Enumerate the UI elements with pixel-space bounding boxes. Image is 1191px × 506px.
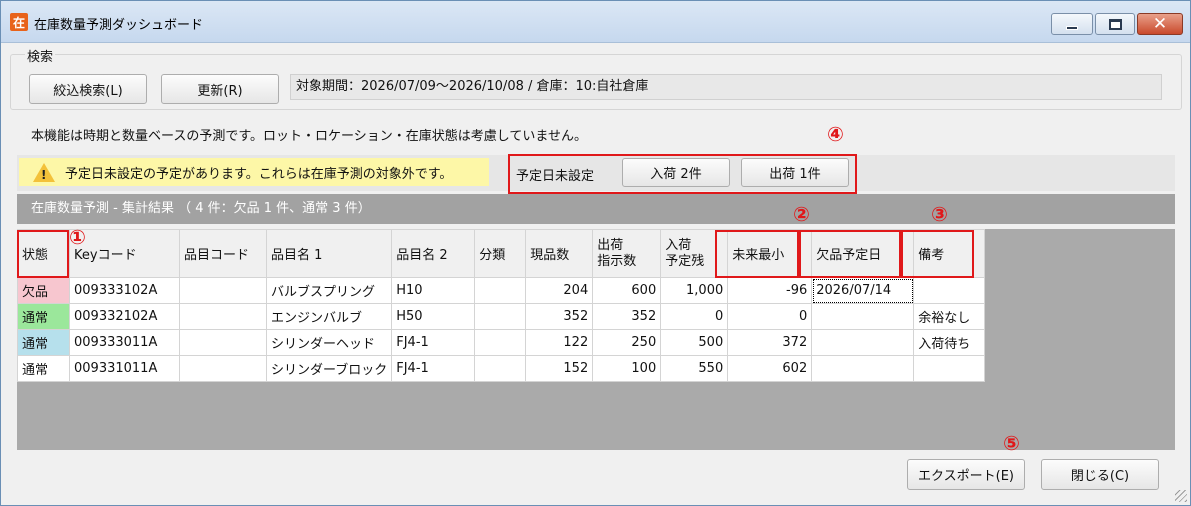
- col-header-stock[interactable]: 現品数: [525, 229, 594, 278]
- col-header-item-name-2[interactable]: 品目名 2: [391, 229, 476, 278]
- item-name-1-cell: シリンダーブロック: [265, 355, 393, 382]
- window-title: 在庫数量予測ダッシュボード: [34, 18, 204, 33]
- annotation-marker-1: ①: [69, 225, 86, 249]
- shortage-date-cell: [811, 303, 915, 330]
- shortage-date-cell[interactable]: 2026/07/14: [811, 277, 915, 304]
- warning-message: ! 予定日未設定の予定があります。これらは在庫予測の対象外です。: [19, 158, 489, 186]
- item-name-2-cell: H50: [391, 303, 476, 330]
- col-header-ship-orders[interactable]: 出荷 指示数: [592, 229, 662, 278]
- key-code-cell: 009333102A: [69, 277, 180, 304]
- future-min-cell: 0: [727, 303, 813, 330]
- item-name-2-cell: H10: [391, 277, 476, 304]
- disclaimer-note: 本機能は時期と数量ベースの予測です。ロット・ロケーション・在庫状態は考慮していま…: [31, 129, 588, 144]
- future-min-cell: -96: [727, 277, 813, 304]
- category-cell: [474, 277, 527, 304]
- status-cell: 通常: [17, 303, 70, 330]
- annotation-marker-5: ⑤: [1003, 431, 1020, 455]
- annotation-box-remarks: [901, 230, 974, 278]
- refresh-button[interactable]: 更新(R): [161, 74, 279, 104]
- summary-header: 在庫数量予測 - 集計結果 （ 4 件：欠品 1 件、通常 3 件）: [17, 194, 1175, 224]
- status-cell: 通常: [17, 355, 70, 382]
- annotation-marker-4: ④: [827, 122, 844, 146]
- item-name-2-cell: FJ4-1: [391, 329, 476, 356]
- item-name-1-cell: エンジンバルブ: [265, 303, 393, 330]
- status-cell: 欠品: [17, 277, 70, 304]
- close-window-button[interactable]: ✕: [1137, 13, 1183, 35]
- item-code-cell: [179, 355, 267, 382]
- ship-orders-cell: 100: [592, 355, 662, 382]
- table-row[interactable]: 通常 009332102A エンジンバルブ H50 352 352 0 0 余裕…: [17, 303, 986, 330]
- ship-orders-cell: 352: [592, 303, 662, 330]
- remarks-cell: [913, 355, 986, 382]
- stock-cell: 352: [525, 303, 594, 330]
- incoming-cell: 0: [660, 303, 729, 330]
- resize-grip-icon[interactable]: [1175, 490, 1187, 502]
- shortage-date-cell: [811, 329, 915, 356]
- maximize-icon: [1108, 18, 1122, 30]
- annotation-marker-2: ②: [793, 202, 810, 226]
- stock-cell: 122: [525, 329, 594, 356]
- key-code-cell: 009333011A: [69, 329, 180, 356]
- table-row[interactable]: 通常 009331011A シリンダーブロック FJ4-1 152 100 55…: [17, 355, 986, 382]
- app-window: 在 在庫数量予測ダッシュボード ✕ 検索 絞込検索(L) 更新(R) 対象期間：…: [0, 0, 1191, 506]
- annotation-marker-3: ③: [931, 202, 948, 226]
- key-code-cell: 009332102A: [69, 303, 180, 330]
- export-button[interactable]: エクスポート(E): [907, 459, 1025, 490]
- col-header-item-name-1[interactable]: 品目名 1: [265, 229, 393, 278]
- col-header-category[interactable]: 分類: [474, 229, 527, 278]
- filter-search-button[interactable]: 絞込検索(L): [29, 74, 147, 104]
- warning-message-text: 予定日未設定の予定があります。これらは在庫予測の対象外です。: [65, 166, 453, 182]
- remarks-cell: 入荷待ち: [913, 329, 986, 356]
- future-min-cell: 602: [727, 355, 813, 382]
- title-bar[interactable]: 在 在庫数量予測ダッシュボード ✕: [1, 1, 1190, 43]
- annotation-box-status: [17, 230, 69, 278]
- minimize-icon: [1066, 26, 1078, 30]
- search-group-label: 検索: [25, 46, 56, 65]
- maximize-button[interactable]: [1095, 13, 1135, 35]
- item-code-cell: [179, 277, 267, 304]
- item-name-2-cell: FJ4-1: [391, 355, 476, 382]
- incoming-cell: 1,000: [660, 277, 729, 304]
- close-icon: ✕: [1152, 13, 1168, 34]
- remarks-cell: 余裕なし: [913, 303, 986, 330]
- stock-cell: 204: [525, 277, 594, 304]
- table-row[interactable]: 通常 009333011A シリンダーヘッド FJ4-1 122 250 500…: [17, 329, 986, 356]
- category-cell: [474, 329, 527, 356]
- item-name-1-cell: バルブスプリング: [265, 277, 393, 304]
- item-code-cell: [179, 329, 267, 356]
- incoming-cell: 500: [660, 329, 729, 356]
- ship-orders-cell: 250: [592, 329, 662, 356]
- category-cell: [474, 303, 527, 330]
- item-name-1-cell: シリンダーヘッド: [265, 329, 393, 356]
- remarks-cell: [913, 277, 986, 304]
- status-cell: 通常: [17, 329, 70, 356]
- category-cell: [474, 355, 527, 382]
- app-icon: 在: [10, 13, 28, 31]
- item-code-cell: [179, 303, 267, 330]
- warning-triangle-icon: !: [33, 162, 55, 182]
- annotation-box-shortage-date: [799, 230, 901, 278]
- annotation-box-future-min: [715, 230, 799, 278]
- close-button[interactable]: 閉じる(C): [1041, 459, 1159, 490]
- table-row[interactable]: 欠品 009333102A バルブスプリング H10 204 600 1,000…: [17, 277, 986, 304]
- shortage-date-cell: [811, 355, 915, 382]
- future-min-cell: 372: [727, 329, 813, 356]
- col-header-key-code[interactable]: Keyコード: [69, 229, 180, 278]
- minimize-button[interactable]: [1051, 13, 1093, 35]
- period-display: 対象期間：2026/07/09～2026/10/08 / 倉庫：10:自社倉庫: [290, 74, 1162, 100]
- col-header-item-code[interactable]: 品目コード: [179, 229, 267, 278]
- incoming-cell: 550: [660, 355, 729, 382]
- stock-cell: 152: [525, 355, 594, 382]
- ship-orders-cell: 600: [592, 277, 662, 304]
- annotation-box-unset: [508, 154, 857, 194]
- key-code-cell: 009331011A: [69, 355, 180, 382]
